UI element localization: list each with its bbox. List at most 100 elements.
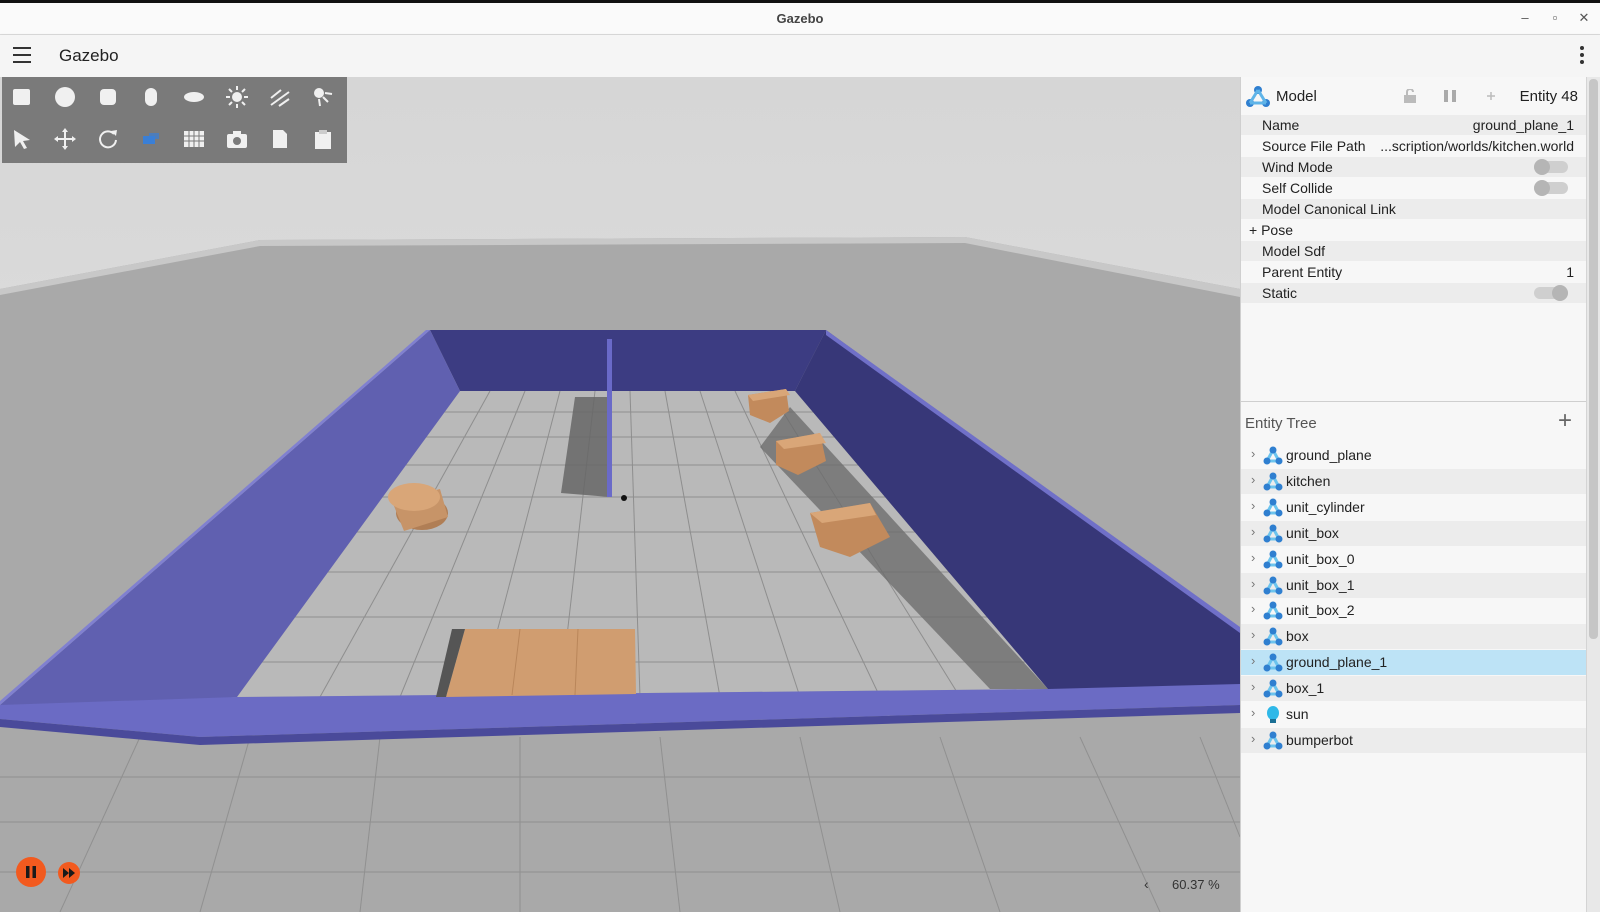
tree-item-ground-plane[interactable]: › ground_plane (1241, 443, 1586, 468)
model-icon (1263, 576, 1283, 594)
right-panel: Model Entity 48 Name ground_plane_1 Sour… (1240, 77, 1586, 912)
chevron-right-icon[interactable]: › (1251, 498, 1255, 513)
property-key: Model Canonical Link (1262, 201, 1396, 217)
property-name: Name ground_plane_1 (1241, 115, 1586, 135)
scene-viewport[interactable]: ‹ 60.37 % (0, 77, 1240, 912)
panel-scrollbar[interactable] (1586, 77, 1600, 912)
model-icon (1263, 601, 1283, 620)
model-icon (1263, 498, 1283, 517)
tree-item-label: bumperbot (1286, 731, 1353, 748)
chevron-right-icon[interactable]: › (1251, 524, 1255, 539)
chevron-right-icon[interactable]: › (1251, 601, 1255, 616)
box-icon[interactable] (8, 83, 36, 111)
tree-item-unit-box-1[interactable]: › unit_box_1 (1241, 572, 1586, 598)
property-key: Static (1262, 285, 1298, 301)
property-key: Model Sdf (1262, 243, 1326, 259)
model-icon (1263, 679, 1283, 698)
tree-item-label: ground_plane (1286, 447, 1372, 463)
grid-snap-icon[interactable] (180, 125, 208, 153)
model-icon (1263, 446, 1283, 465)
property-pose[interactable]: + Pose (1241, 220, 1586, 240)
chevron-right-icon[interactable]: › (1251, 576, 1255, 591)
property-key: Self Collide (1262, 180, 1333, 196)
tree-item-label: box_1 (1286, 680, 1325, 697)
spot-light-icon[interactable] (309, 83, 337, 111)
property-wind-mode: Wind Mode (1241, 157, 1586, 177)
translate-icon[interactable] (51, 125, 79, 153)
scene-toolbar (2, 77, 347, 163)
tree-item-kitchen[interactable]: › kitchen (1241, 468, 1586, 494)
property-key[interactable]: + Pose (1249, 222, 1293, 238)
tree-item-unit-box-2[interactable]: › unit_box_2 (1241, 598, 1586, 623)
chevron-right-icon[interactable]: › (1251, 679, 1255, 694)
tree-item-label: sun (1286, 706, 1309, 722)
property-value: ...scription/worlds/kitchen.world (1380, 138, 1574, 154)
property-key: Name (1262, 117, 1300, 133)
scene-3d-render[interactable] (0, 77, 1240, 912)
more-options-icon[interactable] (1580, 46, 1584, 67)
copy-icon[interactable] (266, 125, 294, 153)
property-model-canonical-link: Model Canonical Link (1241, 199, 1586, 219)
chevron-right-icon[interactable]: › (1251, 705, 1255, 720)
pause-inspector-icon[interactable] (1443, 89, 1457, 103)
tree-item-sun[interactable]: › sun (1241, 702, 1586, 727)
inspector-type-label: Model (1276, 88, 1317, 105)
tree-item-label: unit_cylinder (1286, 498, 1365, 515)
app-title: Gazebo (59, 46, 119, 65)
tree-item-ground-plane-1[interactable]: › ground_plane_1 (1241, 650, 1586, 676)
capsule-icon[interactable] (137, 83, 165, 111)
chevron-right-icon[interactable]: › (1251, 653, 1255, 668)
directional-light-icon[interactable] (266, 83, 294, 111)
self-collide-toggle[interactable] (1534, 180, 1568, 196)
property-model-sdf: Model Sdf (1241, 241, 1586, 261)
rotate-icon[interactable] (94, 125, 122, 153)
property-key: Wind Mode (1262, 159, 1333, 175)
add-component-icon[interactable] (1485, 90, 1497, 102)
static-toggle[interactable] (1534, 285, 1568, 301)
paste-icon[interactable] (309, 125, 337, 153)
sphere-icon[interactable] (51, 83, 79, 111)
step-forward-button[interactable] (58, 862, 80, 884)
chevron-right-icon[interactable]: › (1251, 472, 1255, 487)
property-static: Static (1241, 283, 1586, 303)
panel-divider (1241, 401, 1586, 402)
collapse-stats-icon[interactable]: ‹ (1144, 876, 1149, 892)
tree-item-box[interactable]: › box (1241, 624, 1586, 650)
select-icon[interactable] (8, 125, 36, 153)
pause-button[interactable] (16, 857, 46, 887)
cylinder-icon[interactable] (94, 83, 122, 111)
tree-item-unit-cylinder[interactable]: › unit_cylinder (1241, 495, 1586, 520)
model-icon (1263, 472, 1283, 491)
property-value: 1 (1566, 264, 1574, 280)
transform-control-icon[interactable] (137, 125, 165, 153)
close-button[interactable]: ✕ (1574, 10, 1594, 26)
property-value: ground_plane_1 (1472, 117, 1574, 133)
add-entity-button[interactable]: + (1558, 407, 1572, 435)
tree-item-label: ground_plane_1 (1286, 654, 1388, 671)
tree-item-bumperbot[interactable]: › bumperbot (1241, 727, 1586, 753)
pause-icon (26, 866, 36, 878)
chevron-right-icon[interactable]: › (1251, 550, 1255, 565)
light-bulb-icon (1267, 706, 1279, 723)
window-titlebar: Gazebo – ▫ ✕ (0, 0, 1600, 35)
tree-item-unit-box[interactable]: › unit_box (1241, 520, 1586, 546)
menu-icon[interactable] (13, 47, 31, 63)
ellipsoid-icon[interactable] (180, 83, 208, 111)
maximize-button[interactable]: ▫ (1545, 10, 1565, 25)
chevron-right-icon[interactable]: › (1251, 446, 1255, 461)
chevron-right-icon[interactable]: › (1251, 627, 1255, 642)
model-icon (1263, 731, 1283, 750)
property-key: Parent Entity (1262, 264, 1343, 280)
tree-item-label: unit_box_2 (1286, 602, 1355, 619)
sun-icon[interactable] (223, 83, 251, 111)
tree-item-box-1[interactable]: › box_1 (1241, 676, 1586, 702)
app-bar: Gazebo (0, 35, 1600, 78)
tree-item-unit-box-0[interactable]: › unit_box_0 (1241, 547, 1586, 572)
wind-mode-toggle[interactable] (1534, 159, 1568, 175)
camera-icon[interactable] (223, 125, 251, 153)
window-title: Gazebo (776, 11, 824, 26)
model-icon (1263, 524, 1283, 543)
chevron-right-icon[interactable]: › (1251, 731, 1255, 746)
minimize-button[interactable]: – (1515, 10, 1535, 25)
lock-icon[interactable] (1403, 89, 1417, 103)
